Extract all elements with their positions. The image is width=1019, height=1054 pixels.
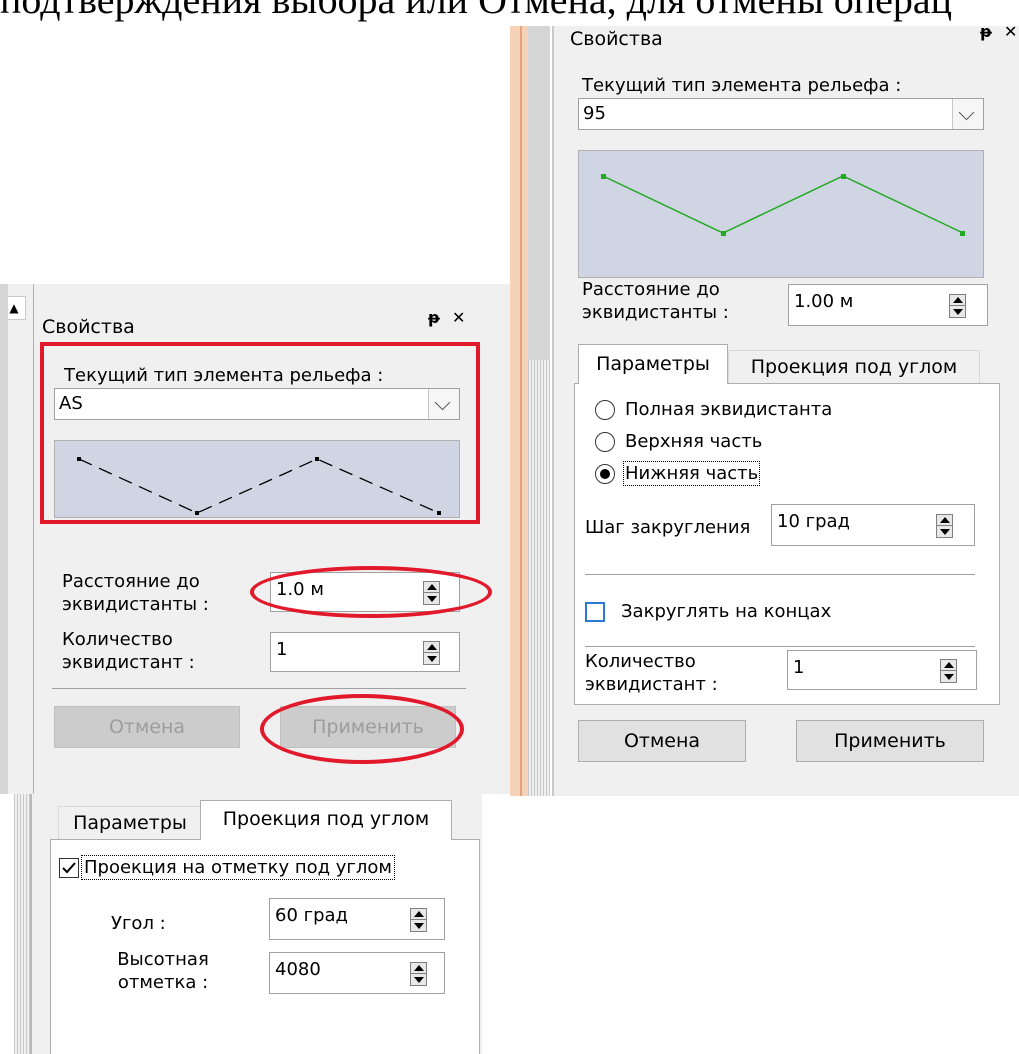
projection-tab-body: Проекция на отметку под углом Угол : 60 …: [50, 839, 480, 1054]
tab-parameters[interactable]: Параметры: [58, 806, 202, 840]
right-panel-splitter[interactable]: [528, 360, 550, 796]
terrain-type-value: AS: [59, 393, 83, 414]
panel-title: Свойства: [570, 28, 663, 50]
distance-spinner[interactable]: [949, 294, 966, 318]
preview-vertex: [721, 231, 726, 236]
map-canvas-strip: [510, 26, 528, 796]
preview-vertex: [601, 174, 606, 179]
angle-spinner[interactable]: [410, 908, 427, 932]
tab-projection[interactable]: Проекция под углом: [200, 800, 452, 840]
parameters-tab-body: Полная эквидистанта Верхняя часть Нижняя…: [574, 383, 1000, 705]
radio-upper-label[interactable]: Верхняя часть: [625, 430, 762, 453]
distance-label: Расстояние до эквидистанты :: [582, 279, 729, 323]
distance-label: Расстояние до эквидистанты :: [62, 571, 209, 615]
panel-title: Свойства: [42, 316, 135, 338]
left-properties-panel: Свойства ᵽ ✕ Текущий тип элемента рельеф…: [34, 284, 510, 794]
angle-label: Угол :: [111, 913, 166, 934]
count-field[interactable]: 1: [787, 650, 977, 690]
tab-projection[interactable]: Проекция под углом: [728, 350, 980, 384]
radio-full[interactable]: [595, 400, 615, 420]
terrain-type-select[interactable]: 95: [578, 98, 984, 130]
left-window-edge: [0, 284, 8, 794]
count-label: Количество эквидистант :: [585, 651, 718, 695]
rounding-step-spinner[interactable]: [936, 514, 953, 538]
chevron-down-icon[interactable]: [428, 389, 459, 419]
count-label: Количество эквидистант :: [62, 629, 195, 673]
terrain-type-select[interactable]: AS: [54, 388, 460, 420]
elevation-value: 4080: [275, 959, 321, 980]
radio-upper[interactable]: [595, 432, 615, 452]
apply-highlight: [260, 694, 464, 764]
projection-checkbox[interactable]: [59, 858, 79, 878]
terrain-type-label: Текущий тип элемента рельефа :: [64, 365, 384, 386]
radio-full-label[interactable]: Полная эквидистанта: [625, 398, 832, 421]
count-spinner[interactable]: [423, 641, 440, 665]
pin-icon[interactable]: ᵽ: [980, 22, 992, 41]
tab-parameters[interactable]: Параметры: [578, 344, 728, 384]
projection-label[interactable]: Проекция на отметку под углом: [81, 855, 395, 880]
apply-button[interactable]: Применить: [796, 720, 984, 762]
distance-highlight: [250, 566, 492, 618]
count-value: 1: [793, 657, 805, 678]
cancel-button[interactable]: Отмена: [54, 706, 240, 748]
bottom-panel: Параметры Проекция под углом Проекция на…: [30, 794, 482, 1054]
terrain-type-value: 95: [583, 103, 606, 124]
elevation-field[interactable]: 4080: [269, 952, 445, 994]
angle-field[interactable]: 60 град: [269, 898, 445, 940]
radio-lower-label[interactable]: Нижняя часть: [623, 461, 761, 486]
count-value: 1: [276, 639, 288, 660]
map-line: [520, 26, 522, 796]
rounding-step-value: 10 град: [777, 511, 850, 532]
preview-vertex: [960, 231, 965, 236]
round-ends-label[interactable]: Закруглять на концах: [621, 600, 831, 623]
document-text: подтверждения выбора или Отмена, для отм…: [0, 0, 1019, 26]
radio-lower[interactable]: [595, 464, 615, 484]
separator: [585, 574, 975, 575]
cancel-button[interactable]: Отмена: [578, 720, 746, 762]
elevation-spinner[interactable]: [410, 962, 427, 986]
preview-line: [602, 175, 964, 234]
terrain-preview: [578, 150, 984, 278]
right-properties-panel: Свойства ᵽ ✕ Текущий тип элемента рельеф…: [552, 22, 1019, 796]
preview-vertex: [437, 511, 441, 515]
angle-value: 60 град: [275, 905, 348, 926]
preview-vertex: [77, 457, 81, 461]
checkmark-icon: [62, 862, 76, 874]
distance-field[interactable]: 1.00 м: [788, 284, 988, 326]
close-icon[interactable]: ✕: [452, 308, 465, 327]
elevation-label: Высотная отметка :: [117, 949, 209, 993]
rounding-step-field[interactable]: 10 град: [771, 504, 975, 546]
preview-line: [78, 458, 440, 514]
distance-value: 1.00 м: [794, 291, 854, 312]
separator: [52, 688, 466, 689]
preview-vertex: [315, 457, 319, 461]
rounding-step-label: Шаг закругления: [585, 517, 751, 538]
chevron-down-icon[interactable]: [952, 99, 983, 129]
count-spinner[interactable]: [940, 659, 957, 683]
close-icon[interactable]: ✕: [1004, 22, 1017, 41]
count-field[interactable]: 1: [270, 632, 460, 672]
pin-icon[interactable]: ᵽ: [428, 308, 440, 327]
terrain-preview: [54, 440, 460, 518]
terrain-type-label: Текущий тип элемента рельефа :: [582, 75, 902, 96]
preview-vertex: [841, 174, 846, 179]
bottom-left-splitter: [14, 794, 30, 1054]
round-ends-checkbox[interactable]: [585, 602, 605, 622]
separator: [585, 646, 975, 647]
preview-vertex: [195, 511, 199, 515]
